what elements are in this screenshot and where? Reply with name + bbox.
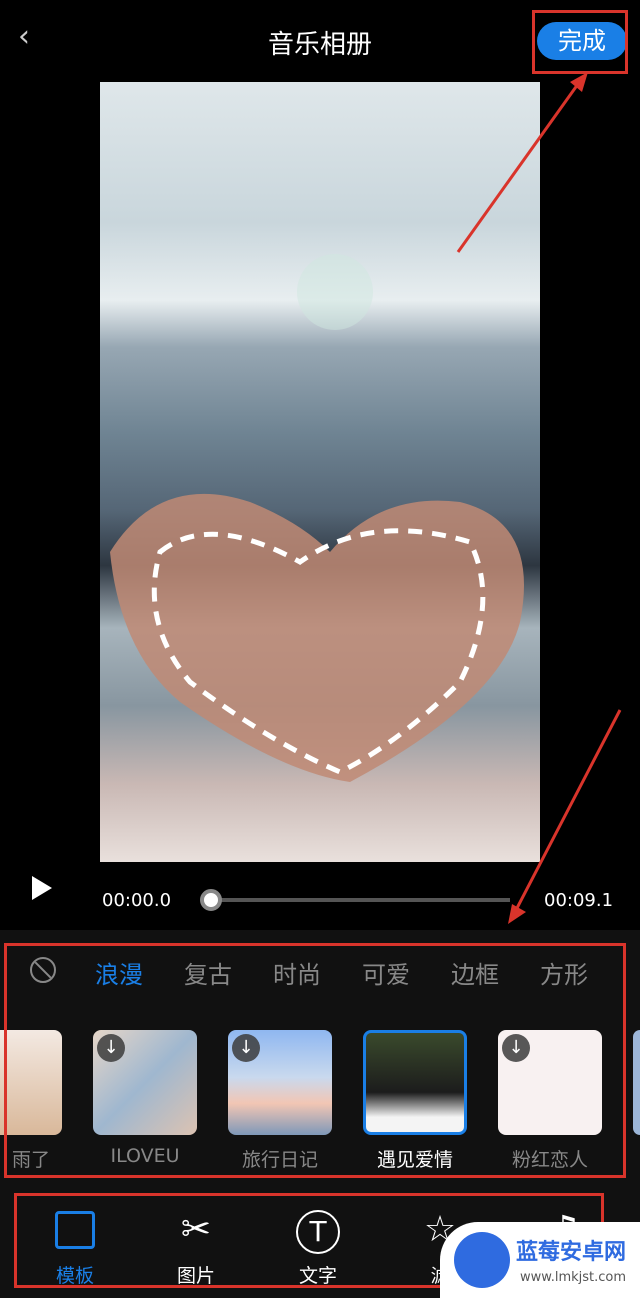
- progress-slider[interactable]: [210, 898, 510, 902]
- watermark: 蓝莓安卓网 www.lmkjst.com: [440, 1222, 640, 1298]
- template-thumb[interactable]: [633, 1030, 640, 1135]
- play-button[interactable]: [32, 876, 52, 900]
- total-time: 00:09.1: [544, 890, 614, 911]
- annotation-box-templates: [4, 943, 626, 1178]
- heart-hands-image: [110, 254, 524, 782]
- current-time: 00:00.0: [102, 890, 172, 911]
- annotation-box-done: [532, 10, 628, 74]
- progress-slider-handle[interactable]: [200, 889, 222, 911]
- video-preview[interactable]: [100, 82, 540, 862]
- android-logo-icon: [454, 1232, 510, 1288]
